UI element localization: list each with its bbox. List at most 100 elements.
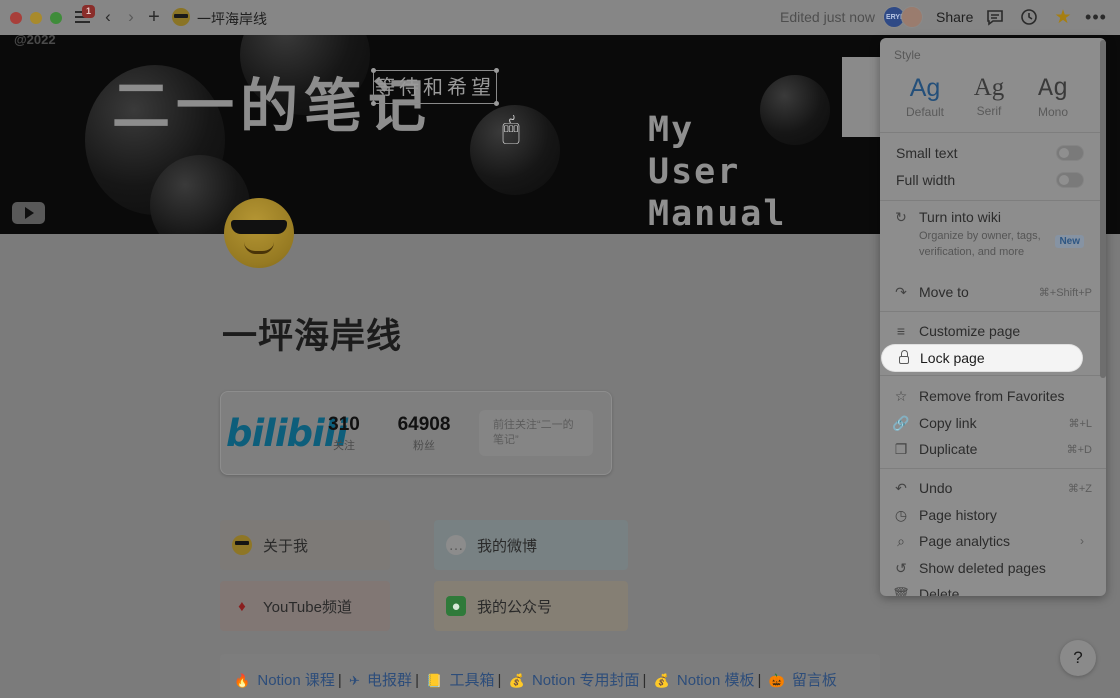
wechat-icon: ● bbox=[446, 596, 466, 616]
bilibili-card[interactable]: bilibili 310 关注 64908 粉丝 前往关注“二一的笔记” bbox=[220, 391, 612, 475]
new-badge: New bbox=[1055, 235, 1084, 248]
money-bag-icon: 💰 bbox=[508, 673, 525, 688]
cover-year-text: @2022 bbox=[14, 35, 56, 47]
lock-page-item[interactable]: Lock page bbox=[882, 345, 1082, 371]
notebook-icon: 📒 bbox=[426, 673, 443, 688]
following-stat: 310 关注 bbox=[327, 414, 361, 453]
cover-manual-text: My User Manual bbox=[648, 109, 786, 234]
customize-page-item[interactable]: ≡ Customize page bbox=[880, 318, 1106, 344]
wiki-description: Organize by owner, tags, verification, a… bbox=[919, 230, 1041, 258]
full-width-toggle[interactable] bbox=[1056, 172, 1084, 188]
tile-label: YouTube频道 bbox=[263, 598, 352, 616]
fans-label: 粉丝 bbox=[413, 440, 435, 452]
move-to-shortcut: ⌘+Shift+P bbox=[1038, 286, 1092, 299]
tile-wechat[interactable]: ● 我的公众号 bbox=[434, 581, 628, 631]
small-text-label: Small text bbox=[896, 145, 958, 161]
font-name: Serif bbox=[976, 104, 1002, 118]
link-notion-templates[interactable]: Notion 模板 bbox=[677, 672, 755, 689]
link-notion-course[interactable]: Notion 课程 bbox=[257, 672, 335, 689]
copy-link-item[interactable]: 🔗 Copy link ⌘+L bbox=[880, 410, 1106, 436]
breadcrumb-page-title[interactable]: 一坪海岸线 bbox=[197, 9, 267, 29]
undo-icon: ↶ bbox=[895, 479, 907, 496]
small-text-toggle[interactable] bbox=[1056, 145, 1084, 161]
tile-youtube[interactable]: ♦ YouTube频道 bbox=[220, 581, 390, 631]
link-toolbox[interactable]: 工具箱 bbox=[450, 672, 495, 689]
page-history-item[interactable]: ◷ Page history bbox=[880, 502, 1106, 528]
link-message-board[interactable]: 留言板 bbox=[792, 672, 837, 689]
minimize-window-button[interactable] bbox=[30, 12, 42, 24]
cover-manual-line: My bbox=[648, 110, 695, 150]
duplicate-shortcut: ⌘+D bbox=[1066, 443, 1092, 456]
speech-bubble-icon: … bbox=[446, 535, 466, 555]
font-option-default[interactable]: Ag Default bbox=[896, 74, 954, 119]
youtube-play-icon[interactable] bbox=[12, 202, 45, 224]
font-option-mono[interactable]: Ag Mono bbox=[1024, 74, 1082, 119]
page-title[interactable]: 一坪海岸线 bbox=[222, 308, 402, 359]
undo-item[interactable]: ↶ Undo ⌘+Z bbox=[880, 475, 1106, 501]
help-button[interactable]: ? bbox=[1060, 640, 1096, 676]
font-option-serif[interactable]: Ag Serif bbox=[960, 74, 1018, 118]
sunglasses-emoji-icon bbox=[172, 8, 190, 26]
font-sample: Ag bbox=[973, 74, 1005, 101]
full-width-row[interactable]: Full width bbox=[880, 167, 1106, 193]
delete-item[interactable]: 🗑 Delete bbox=[880, 581, 1106, 597]
close-window-button[interactable] bbox=[10, 12, 22, 24]
tile-weibo[interactable]: … 我的微博 bbox=[434, 520, 628, 570]
tile-label: 我的微博 bbox=[477, 537, 538, 555]
page-analytics-item[interactable]: ⌕ Page analytics › bbox=[880, 528, 1106, 554]
fans-count: 64908 bbox=[397, 414, 451, 435]
history-icon: ◷ bbox=[894, 506, 908, 523]
duplicate-item[interactable]: ❐ Duplicate ⌘+D bbox=[880, 436, 1106, 462]
tile-label: 我的公众号 bbox=[477, 598, 553, 616]
customize-page-label: Customize page bbox=[919, 323, 1021, 339]
share-button[interactable]: Share bbox=[936, 9, 973, 25]
red-diamond-icon: ♦ bbox=[238, 597, 246, 615]
clock-history-icon[interactable] bbox=[1019, 7, 1039, 27]
trash-icon: 🗑 bbox=[892, 585, 910, 597]
resize-handle bbox=[494, 68, 499, 73]
link-notion-covers[interactable]: Notion 专用封面 bbox=[532, 672, 640, 689]
comment-icon[interactable] bbox=[985, 7, 1005, 27]
chevron-right-icon: › bbox=[1080, 534, 1084, 548]
turn-into-wiki-item[interactable]: ↻ Turn into wiki bbox=[880, 204, 1106, 230]
menu-divider bbox=[880, 311, 1106, 312]
smile-shape bbox=[244, 242, 274, 254]
cover-manual-line: User bbox=[648, 152, 741, 192]
maximize-window-button[interactable] bbox=[50, 12, 62, 24]
copy-link-label: Copy link bbox=[919, 415, 977, 431]
fire-icon: 🔥 bbox=[234, 673, 251, 688]
copy-link-shortcut: ⌘+L bbox=[1068, 417, 1092, 430]
star-outline-icon: ☆ bbox=[894, 387, 908, 404]
delete-label: Delete bbox=[919, 586, 960, 596]
sliders-icon: ≡ bbox=[896, 323, 906, 339]
links-bar: 🔥 Notion 课程 | ✈ 电报群 | 📒 工具箱 | 💰 Notion 专用封面… bbox=[220, 654, 880, 698]
font-sample: Ag bbox=[909, 74, 941, 102]
duplicate-label: Duplicate bbox=[919, 441, 978, 457]
page-emoji-icon[interactable] bbox=[224, 198, 294, 268]
small-text-row[interactable]: Small text bbox=[880, 140, 1106, 166]
back-arrow-icon[interactable]: ‹ bbox=[100, 7, 116, 27]
following-label: 关注 bbox=[333, 440, 355, 452]
move-to-item[interactable]: ↷ Move to ⌘+Shift+P bbox=[880, 279, 1106, 305]
user-avatar-secondary[interactable] bbox=[901, 6, 923, 28]
new-page-plus-icon[interactable]: + bbox=[145, 6, 163, 28]
remove-favorites-item[interactable]: ☆ Remove from Favorites bbox=[880, 383, 1106, 409]
notification-badge: 1 bbox=[82, 5, 96, 18]
follow-button[interactable]: 前往关注“二一的笔记” bbox=[479, 410, 593, 456]
remove-favorites-label: Remove from Favorites bbox=[919, 388, 1065, 404]
forward-arrow-icon[interactable]: › bbox=[123, 7, 139, 27]
menu-divider bbox=[880, 375, 1106, 376]
cover-manual-line: Manual bbox=[648, 194, 787, 234]
menu-divider bbox=[880, 132, 1106, 133]
menu-scrollbar[interactable] bbox=[1100, 40, 1106, 378]
tile-about-me[interactable]: 关于我 bbox=[220, 520, 390, 570]
undo-label: Undo bbox=[919, 480, 953, 496]
pumpkin-icon: 🎃 bbox=[768, 673, 785, 688]
more-options-icon[interactable]: ••• bbox=[1085, 7, 1107, 27]
move-arrow-icon: ↷ bbox=[895, 283, 907, 300]
link-telegram[interactable]: 电报群 bbox=[367, 672, 412, 689]
favorite-star-icon[interactable]: ★ bbox=[1052, 7, 1074, 28]
show-deleted-item[interactable]: ↺ Show deleted pages bbox=[880, 555, 1106, 581]
font-sample: Ag bbox=[1037, 74, 1068, 103]
lock-icon bbox=[896, 350, 912, 364]
